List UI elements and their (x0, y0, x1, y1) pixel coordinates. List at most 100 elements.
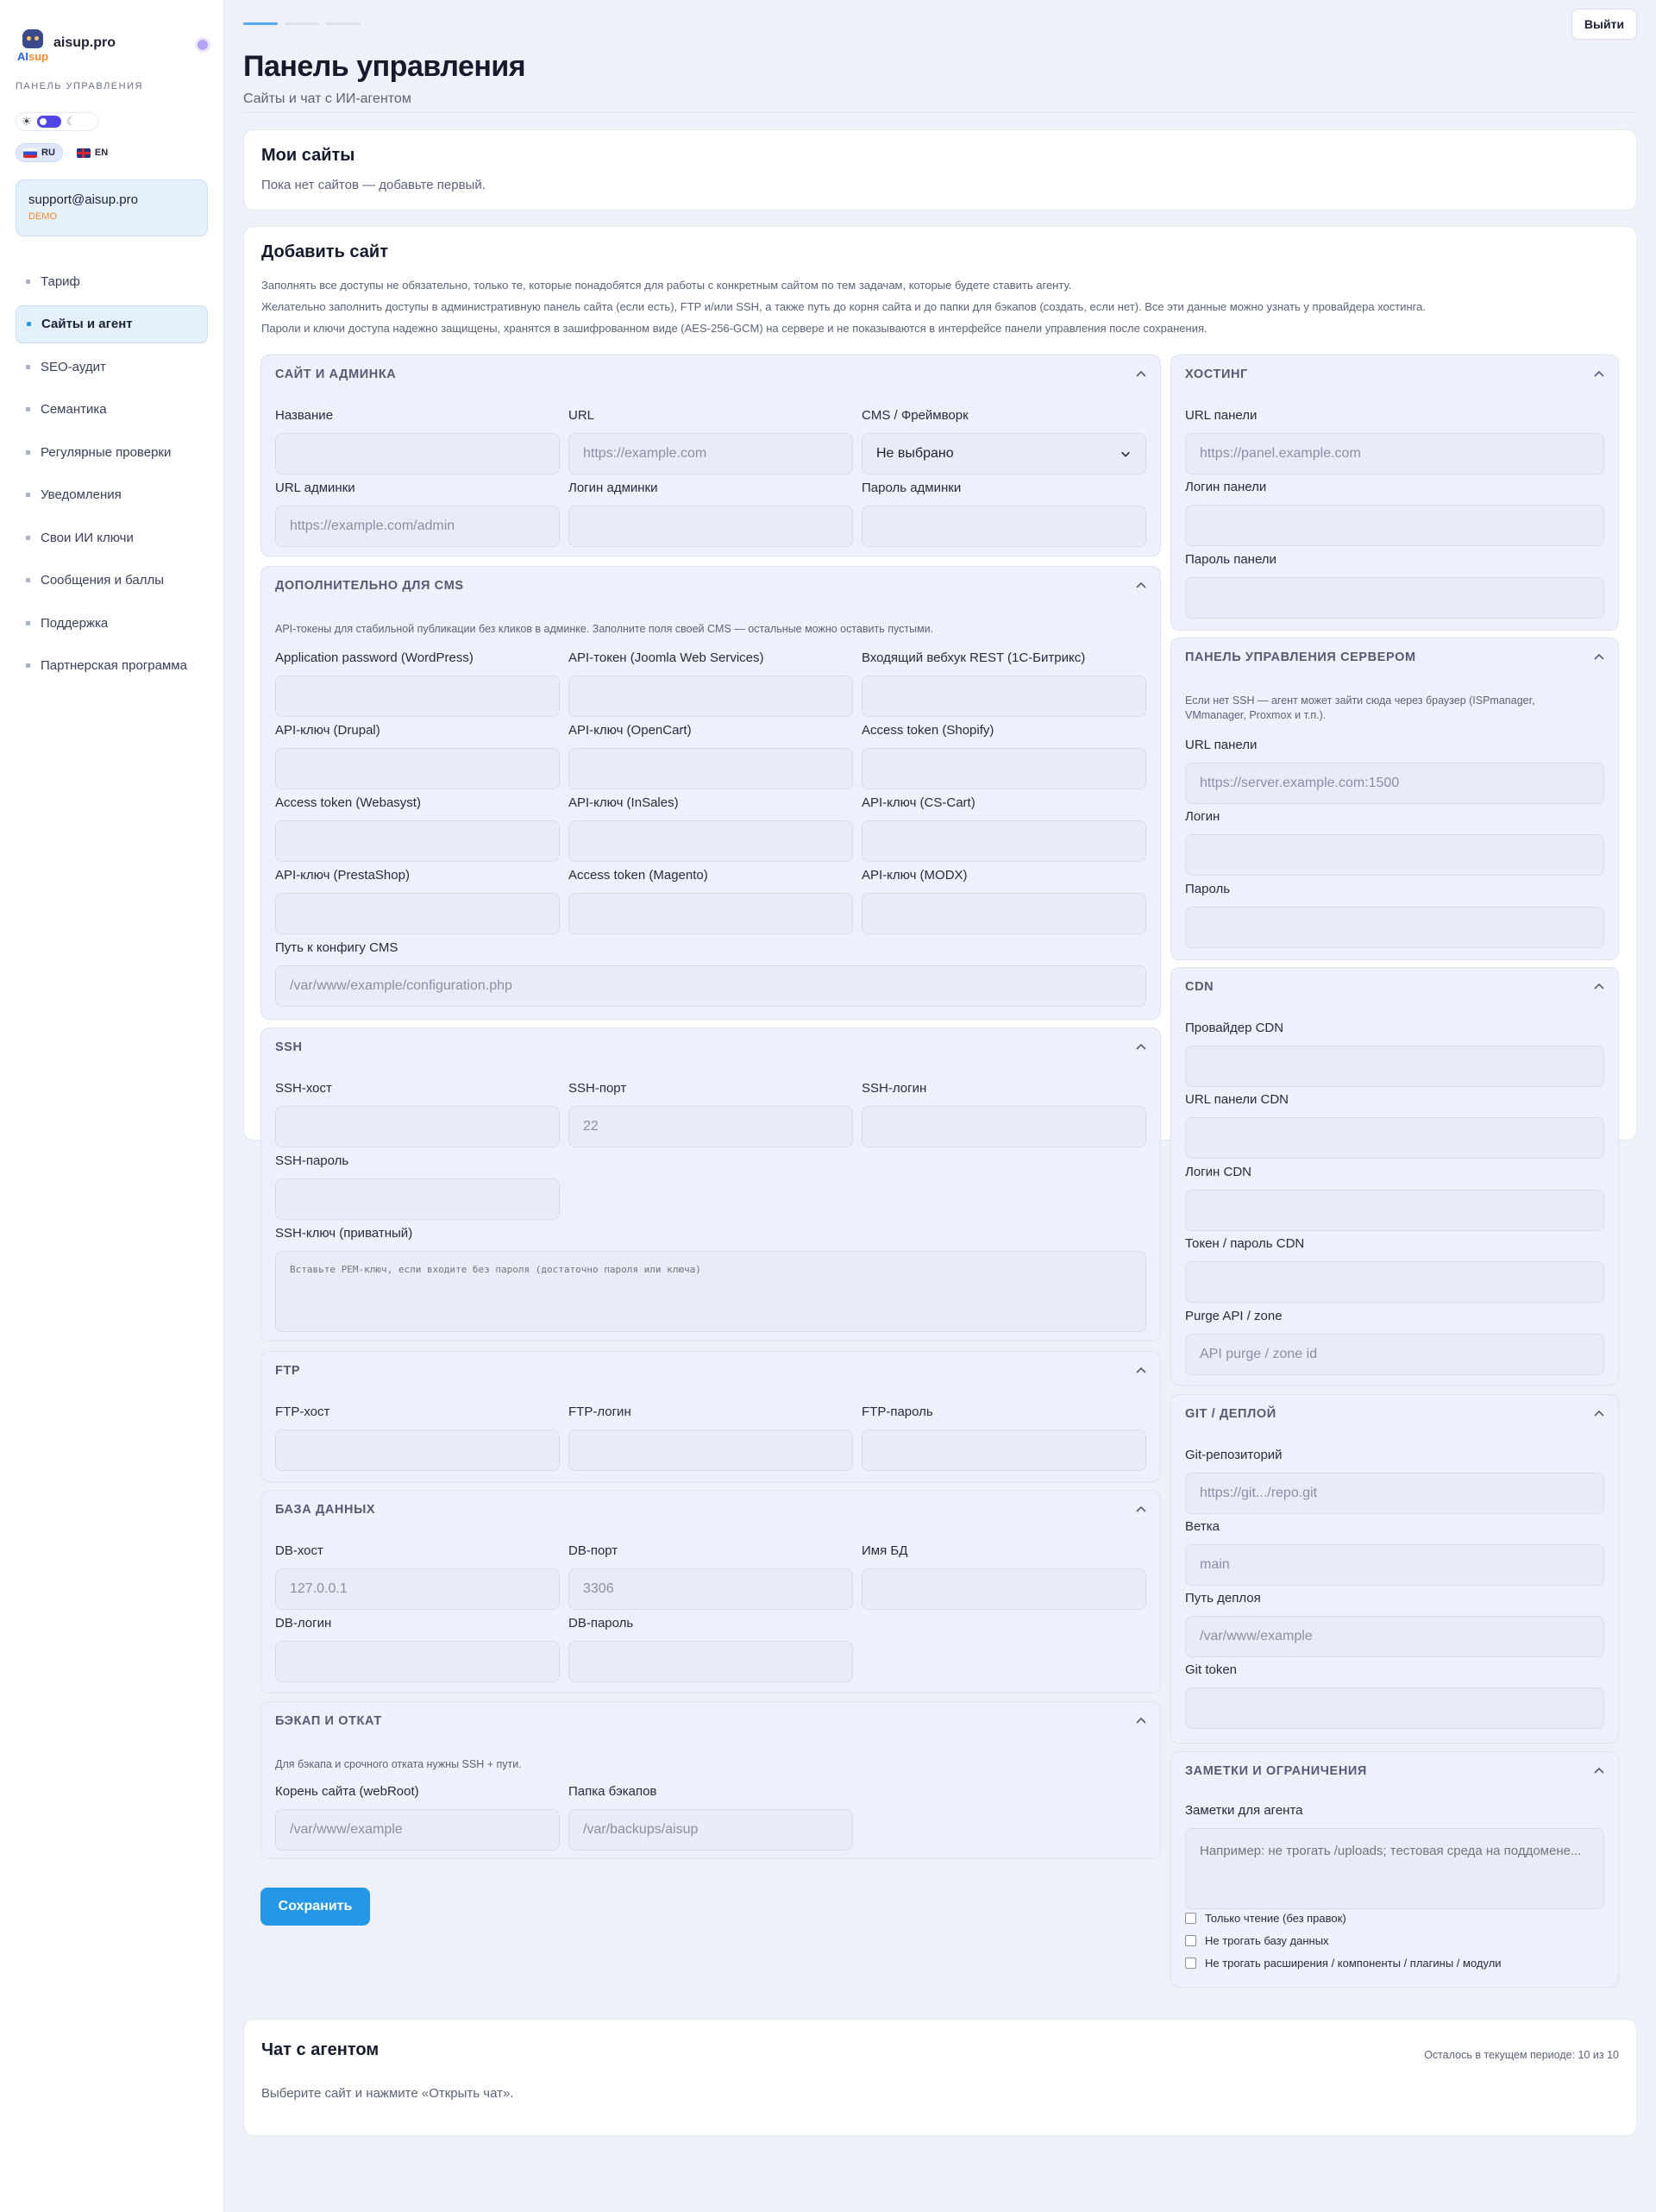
cms-select[interactable]: Не выбрано (862, 433, 1146, 474)
db-port-input[interactable]: 3306 (568, 1568, 853, 1610)
sidebar-item-semantics[interactable]: Семантика (16, 391, 208, 429)
drupal-key-input[interactable] (275, 748, 560, 789)
opencart-key-input[interactable] (568, 748, 853, 789)
cdn-url-input[interactable] (1185, 1117, 1604, 1159)
server-pass-input[interactable] (1185, 907, 1604, 948)
sidebar-item-tariff[interactable]: Тариф (16, 262, 208, 300)
logout-button[interactable]: Выйти (1571, 9, 1637, 40)
git-branch-input[interactable]: main (1185, 1544, 1604, 1586)
prestashop-key-input[interactable] (275, 893, 560, 934)
chevron-up-icon[interactable] (1134, 1040, 1148, 1054)
cdn-provider-input[interactable] (1185, 1046, 1604, 1087)
user-email: support@aisup.pro (28, 192, 138, 207)
hosting-pass-input[interactable] (1185, 577, 1604, 619)
no-plugins-checkbox[interactable]: Не трогать расширения / компоненты / пла… (1185, 1957, 1502, 1970)
sidebar-item-seo-audit[interactable]: SEO-аудит (16, 348, 208, 386)
lang-en-button[interactable]: EN (70, 143, 115, 162)
checkbox-icon[interactable] (1185, 1957, 1196, 1969)
brand-name: aisup.pro (53, 35, 116, 50)
moon-icon: ☾ (66, 115, 77, 128)
ftp-section: FTP FTP-хост FTP-логин FTP-пароль (260, 1351, 1161, 1482)
db-login-input[interactable] (275, 1641, 560, 1682)
chevron-up-icon[interactable] (1592, 1764, 1606, 1778)
checkbox-icon[interactable] (1185, 1935, 1196, 1946)
git-token-input[interactable] (1185, 1687, 1604, 1729)
cdn-login-label: Логин CDN (1185, 1165, 1251, 1179)
page-title: Панель управления (243, 50, 526, 83)
server-login-input[interactable] (1185, 834, 1604, 876)
name-input[interactable] (275, 433, 560, 474)
shopify-token-input[interactable] (862, 748, 1146, 789)
notes-textarea[interactable] (1185, 1828, 1604, 1909)
language-switcher: RU EN (16, 143, 208, 162)
my-sites-card: Мои сайты Пока нет сайтов — добавьте пер… (243, 129, 1637, 211)
theme-toggle[interactable] (36, 116, 61, 128)
brand-logo[interactable]: AIsup aisup.pro (16, 29, 208, 63)
url-input[interactable]: https://example.com (568, 433, 853, 474)
sidebar: AIsup aisup.pro ПАНЕЛЬ УПРАВЛЕНИЯ ☀ ☾ RU… (0, 0, 224, 2212)
bullet-icon (26, 364, 30, 369)
magento-token-input[interactable] (568, 893, 853, 934)
ssh-host-input[interactable] (275, 1106, 560, 1147)
backup-folder-label: Папка бэкапов (568, 1784, 657, 1799)
chevron-up-icon[interactable] (1592, 1407, 1606, 1421)
theme-switcher[interactable]: ☀ ☾ (16, 112, 98, 131)
cdn-login-input[interactable] (1185, 1190, 1604, 1231)
ftp-host-input[interactable] (275, 1430, 560, 1471)
insales-key-input[interactable] (568, 820, 853, 862)
hosting-url-input[interactable]: https://panel.example.com (1185, 433, 1604, 474)
server-url-input[interactable]: https://server.example.com:1500 (1185, 763, 1604, 804)
deploy-path-input[interactable]: /var/www/example (1185, 1616, 1604, 1657)
webasyst-token-input[interactable] (275, 820, 560, 862)
joomla-token-input[interactable] (568, 676, 853, 717)
lang-ru-button[interactable]: RU (16, 143, 63, 162)
hosting-login-input[interactable] (1185, 505, 1604, 546)
ssh-key-textarea[interactable] (275, 1251, 1146, 1332)
sidebar-item-notifications[interactable]: Уведомления (16, 476, 208, 514)
chevron-up-icon[interactable] (1134, 1364, 1148, 1378)
chevron-up-icon[interactable] (1592, 368, 1606, 381)
admin-pass-input[interactable] (862, 506, 1146, 547)
add-site-intro: Заполнять все доступы не обязательно, то… (261, 274, 1619, 339)
bitrix-webhook-input[interactable] (862, 676, 1146, 717)
logo-ai-text: AI (17, 50, 28, 63)
cms-config-input[interactable]: /var/www/example/configuration.php (275, 965, 1146, 1007)
chevron-up-icon[interactable] (1592, 650, 1606, 664)
sidebar-item-label: Сообщения и баллы (41, 573, 164, 588)
sidebar-item-ai-keys[interactable]: Свои ИИ ключи (16, 518, 208, 556)
wp-app-password-input[interactable] (275, 676, 560, 717)
webroot-input[interactable]: /var/www/example (275, 1809, 560, 1851)
cdn-token-input[interactable] (1185, 1261, 1604, 1303)
ssh-login-input[interactable] (862, 1106, 1146, 1147)
modx-key-input[interactable] (862, 893, 1146, 934)
admin-url-input[interactable]: https://example.com/admin (275, 506, 560, 547)
admin-login-input[interactable] (568, 506, 853, 547)
no-db-checkbox[interactable]: Не трогать базу данных (1185, 1934, 1329, 1947)
cms-config-label: Путь к конфигу CMS (275, 940, 398, 955)
chevron-up-icon[interactable] (1134, 368, 1148, 381)
sidebar-item-sites[interactable]: Сайты и агент (16, 305, 208, 343)
sidebar-item-messages[interactable]: Сообщения и баллы (16, 562, 208, 600)
db-pass-input[interactable] (568, 1641, 853, 1682)
cdn-purge-input[interactable]: API purge / zone id (1185, 1334, 1604, 1375)
chevron-up-icon[interactable] (1592, 980, 1606, 994)
ftp-login-input[interactable] (568, 1430, 853, 1471)
git-repo-input[interactable]: https://git.../repo.git (1185, 1473, 1604, 1514)
checkbox-icon[interactable] (1185, 1913, 1196, 1924)
chevron-up-icon[interactable] (1134, 1714, 1148, 1728)
db-host-input[interactable]: 127.0.0.1 (275, 1568, 560, 1610)
ssh-pass-input[interactable] (275, 1178, 560, 1220)
chevron-up-icon[interactable] (1134, 1503, 1148, 1517)
cscart-key-input[interactable] (862, 820, 1146, 862)
db-name-input[interactable] (862, 1568, 1146, 1610)
sidebar-item-checks[interactable]: Регулярные проверки (16, 433, 208, 471)
sidebar-item-support[interactable]: Поддержка (16, 604, 208, 642)
readonly-checkbox[interactable]: Только чтение (без правок) (1185, 1912, 1346, 1925)
chevron-down-icon (1121, 451, 1130, 457)
ssh-port-input[interactable]: 22 (568, 1106, 853, 1147)
chevron-up-icon[interactable] (1134, 579, 1148, 593)
sidebar-item-partners[interactable]: Партнерская программа (16, 647, 208, 685)
ftp-pass-input[interactable] (862, 1430, 1146, 1471)
save-button[interactable]: Сохранить (260, 1888, 370, 1926)
backup-folder-input[interactable]: /var/backups/aisup (568, 1809, 853, 1851)
